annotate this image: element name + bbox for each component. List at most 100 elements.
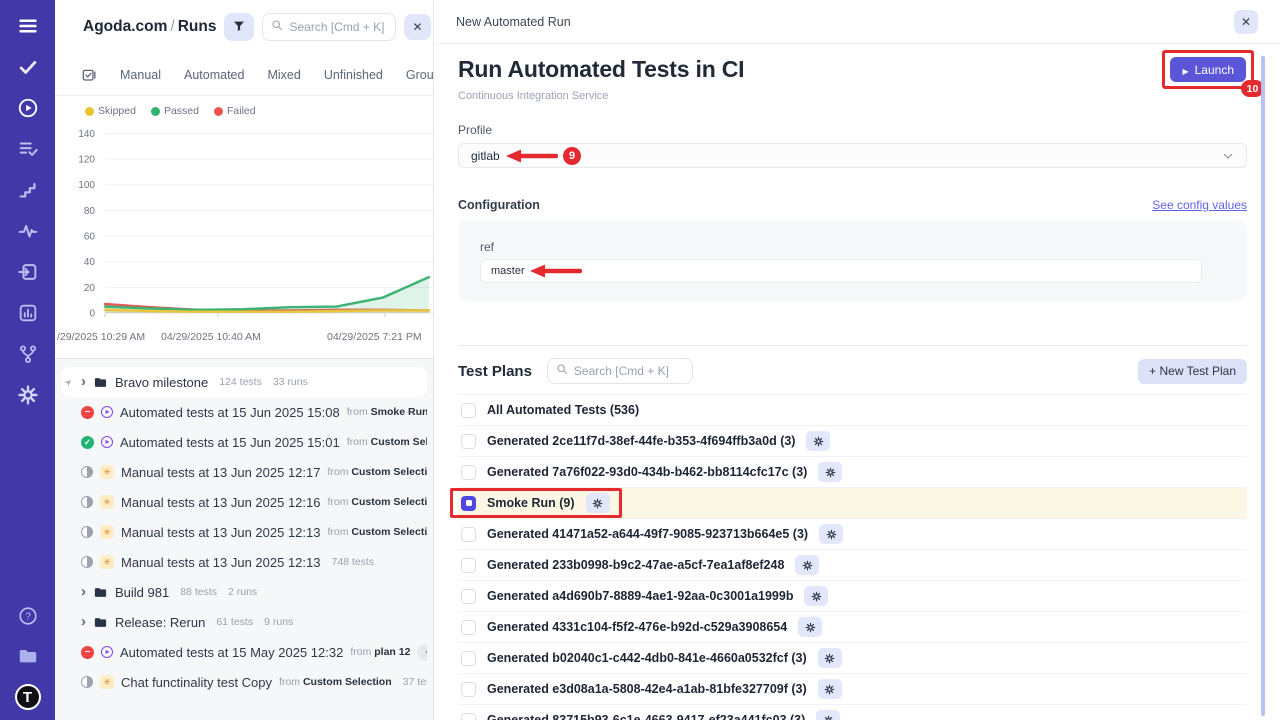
folder-nav-icon[interactable] [16, 644, 40, 668]
chevron-right-icon[interactable]: › [81, 614, 86, 629]
menu-icon[interactable] [16, 14, 40, 38]
tab-unfinished[interactable]: Unfinished [324, 68, 383, 82]
run-folder-row[interactable]: › Release: Rerun 61 tests 9 runs [61, 607, 427, 637]
branch-icon[interactable] [16, 342, 40, 366]
chart-legend: SkippedPassedFailed [55, 96, 433, 117]
tab-mixed[interactable]: Mixed [267, 68, 300, 82]
run-row[interactable]: Manual tests at 13 Jun 2025 12:13 from C… [61, 517, 427, 547]
folder-name: Bravo milestone [115, 375, 208, 390]
plan-settings-icon[interactable] [798, 617, 822, 637]
run-source: from plan 12 [350, 646, 410, 658]
test-plans-heading: Test Plans [458, 363, 532, 380]
test-plan-row[interactable]: Generated 41471a52-a644-49f7-9085-923713… [458, 519, 1247, 550]
test-plan-row[interactable]: Generated 4331c104-f5f2-476e-b92d-c529a3… [458, 612, 1247, 643]
annotation-step-badge: 9 [563, 147, 581, 165]
test-plan-row[interactable]: Generated 2ce11f7d-38ef-44fe-b353-4f694f… [458, 426, 1247, 457]
runs-search-input[interactable] [289, 20, 387, 34]
plan-checkbox[interactable] [461, 496, 476, 511]
run-row[interactable]: Automated tests at 15 May 2025 12:32 fro… [61, 637, 427, 667]
run-row[interactable]: Manual tests at 13 Jun 2025 12:17 from C… [61, 457, 427, 487]
x-tick-label: 04/29/2025 10:40 AM [161, 331, 261, 343]
ref-input[interactable] [480, 259, 1202, 283]
drawer-close-button[interactable]: ✕ [1234, 10, 1258, 34]
run-folder-row[interactable]: › Build 981 88 tests 2 runs [61, 577, 427, 607]
tab-automated[interactable]: Automated [184, 68, 244, 82]
run-name: Automated tests at 15 Jun 2025 15:08 [120, 405, 340, 420]
plan-checkbox[interactable] [461, 651, 476, 666]
test-plans-search[interactable] [547, 358, 693, 384]
plan-settings-icon[interactable] [819, 524, 843, 544]
new-test-plan-button[interactable]: + New Test Plan [1138, 359, 1247, 384]
run-folder-row[interactable]: ➤ › Bravo milestone 124 tests 33 runs [61, 367, 427, 397]
page-title: Run Automated Tests in CI [458, 56, 1247, 83]
test-plan-row[interactable]: Smoke Run (9) [458, 488, 1247, 519]
profile-select[interactable]: gitlab 9 [458, 143, 1247, 168]
plan-checkbox[interactable] [461, 403, 476, 418]
run-tag-badge[interactable]: test [417, 644, 427, 661]
run-kind-icon [100, 555, 114, 569]
cursor-pin-icon: ➤ [62, 375, 75, 388]
nav-rail: ? T [0, 0, 55, 720]
breadcrumb-project[interactable]: Agoda.com [83, 18, 167, 35]
legend-item: Skipped [85, 105, 136, 117]
plan-settings-icon[interactable] [818, 462, 842, 482]
list-check-icon[interactable] [16, 137, 40, 161]
test-plan-row[interactable]: Generated 7a76f022-93d0-434b-b462-bb8114… [458, 457, 1247, 488]
runs-search[interactable] [262, 13, 396, 41]
pulse-icon[interactable] [16, 219, 40, 243]
run-row[interactable]: Chat functinality test Copy from Custom … [61, 667, 427, 697]
plan-checkbox[interactable] [461, 465, 476, 480]
tab-manual[interactable]: Manual [120, 68, 161, 82]
plan-settings-icon[interactable] [795, 555, 819, 575]
plan-checkbox[interactable] [461, 434, 476, 449]
select-runs-icon[interactable] [81, 67, 97, 83]
plan-settings-icon[interactable] [818, 679, 842, 699]
profile-select-value: gitlab [471, 149, 500, 163]
steps-icon[interactable] [16, 178, 40, 202]
see-config-values-link[interactable]: See config values [1152, 198, 1247, 212]
logo-avatar[interactable]: T [15, 684, 41, 710]
import-icon[interactable] [16, 260, 40, 284]
test-plan-row[interactable]: Generated e3d08a1a-5808-42e4-a1ab-81bfe3… [458, 674, 1247, 705]
test-plan-row[interactable]: Generated 83715b93-6c1e-4663-9417-ef23a4… [458, 705, 1247, 720]
filter-button[interactable] [224, 13, 254, 41]
svg-text:140: 140 [78, 129, 95, 140]
runs-panel-close-button[interactable]: ✕ [404, 14, 431, 40]
test-plan-row[interactable]: All Automated Tests (536) [458, 395, 1247, 426]
chevron-right-icon[interactable]: › [81, 584, 86, 599]
gear-icon[interactable] [16, 383, 40, 407]
bar-chart-icon[interactable] [16, 301, 40, 325]
plan-checkbox[interactable] [461, 620, 476, 635]
gear-icon [425, 647, 427, 657]
plan-settings-icon[interactable] [806, 431, 830, 451]
run-status-icon [81, 406, 94, 419]
plan-settings-icon[interactable] [818, 648, 842, 668]
plan-checkbox[interactable] [461, 682, 476, 697]
plan-checkbox[interactable] [461, 589, 476, 604]
profile-label: Profile [458, 123, 1247, 137]
run-kind-icon [101, 646, 113, 658]
plan-checkbox[interactable] [461, 713, 476, 720]
drawer-body: Run Automated Tests in CI Launch 10 Cont… [434, 44, 1280, 720]
plan-label: Generated 4331c104-f5f2-476e-b92d-c529a3… [487, 620, 787, 634]
run-row[interactable]: Automated tests at 15 Jun 2025 15:01 fro… [61, 427, 427, 457]
check-icon[interactable] [16, 55, 40, 79]
test-plans-search-input[interactable] [574, 364, 684, 378]
plan-label: Generated 233b0998-b9c2-47ae-a5cf-7ea1af… [487, 558, 784, 572]
test-plan-row[interactable]: Generated a4d690b7-8889-4ae1-92aa-0c3001… [458, 581, 1247, 612]
run-row[interactable]: Manual tests at 13 Jun 2025 12:16 from C… [61, 487, 427, 517]
plan-settings-icon[interactable] [816, 710, 840, 720]
run-row[interactable]: Manual tests at 13 Jun 2025 12:13 748 te… [61, 547, 427, 577]
plan-checkbox[interactable] [461, 527, 476, 542]
launch-button[interactable]: Launch [1170, 57, 1246, 82]
help-icon[interactable]: ? [16, 604, 40, 628]
test-plan-row[interactable]: Generated 233b0998-b9c2-47ae-a5cf-7ea1af… [458, 550, 1247, 581]
plan-settings-icon[interactable] [804, 586, 828, 606]
scrollbar[interactable] [1261, 56, 1265, 716]
chevron-right-icon[interactable]: › [81, 374, 86, 389]
play-circle-icon[interactable] [16, 96, 40, 120]
plan-settings-icon[interactable] [586, 493, 610, 513]
test-plan-row[interactable]: Generated b02040c1-c442-4db0-841e-4660a0… [458, 643, 1247, 674]
plan-checkbox[interactable] [461, 558, 476, 573]
run-row[interactable]: Automated tests at 15 Jun 2025 15:08 fro… [61, 397, 427, 427]
